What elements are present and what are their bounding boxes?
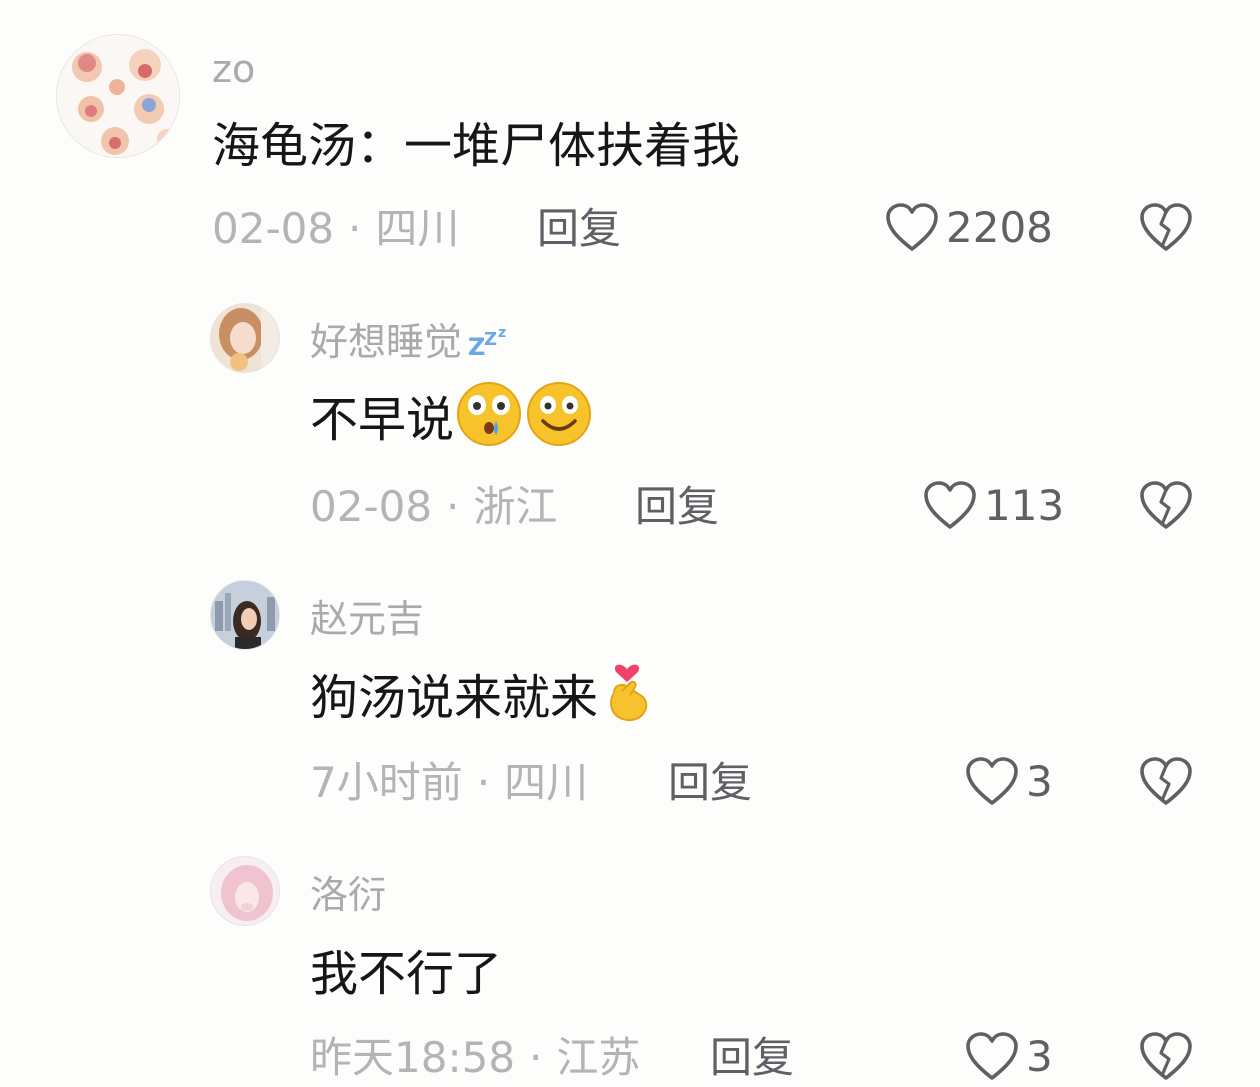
reply-button[interactable]: 回复 (710, 1037, 794, 1079)
heart-icon (966, 1032, 1018, 1080)
comment-item: 洛衍 我不行了 昨天18:58 · 江苏 回复 3 (0, 0, 1260, 1087)
like-count: 3 (1026, 1032, 1053, 1081)
comment-location: 江苏 (556, 1033, 641, 1082)
username[interactable]: 洛衍 (310, 876, 386, 914)
comment-meta: 昨天18:58 · 江苏 (310, 1037, 640, 1079)
meta-separator: · (529, 1033, 543, 1082)
dislike-button[interactable] (1138, 1031, 1194, 1087)
comment-date: 昨天18:58 (310, 1033, 516, 1082)
comment-list: zo 海龟汤：一堆尸体扶着我 02-08 · 四川 回复 2208 好想睡觉 Z… (0, 0, 1260, 1087)
like-button[interactable]: 3 (964, 1031, 1053, 1083)
broken-heart-icon (1140, 1032, 1192, 1080)
avatar[interactable] (210, 856, 280, 926)
comment-text: 我不行了 (310, 946, 503, 1002)
pink-hair-avatar-icon (211, 857, 279, 925)
